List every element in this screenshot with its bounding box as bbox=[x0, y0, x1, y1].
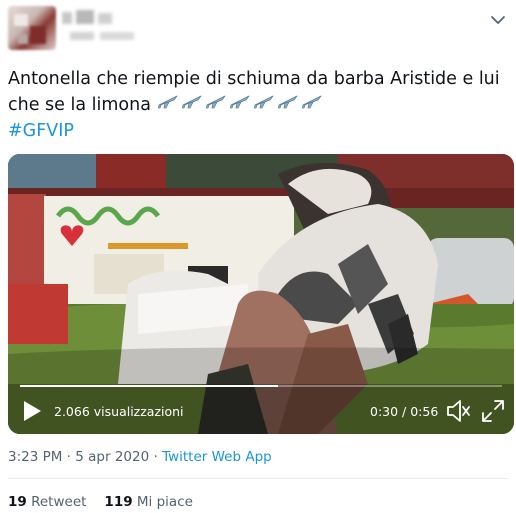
tweet-body: Antonella che riempie di schiuma da barb… bbox=[8, 66, 508, 118]
fullscreen-icon[interactable] bbox=[480, 398, 506, 424]
view-count: 2.066 visualizzazioni bbox=[54, 404, 184, 419]
retweets-stat[interactable]: 19 Retweet bbox=[8, 494, 86, 510]
play-icon[interactable] bbox=[22, 400, 42, 422]
likes-stat[interactable]: 119 Mi piace bbox=[104, 494, 193, 510]
volume-muted-icon[interactable] bbox=[445, 398, 471, 424]
airplane-icon bbox=[229, 95, 249, 109]
tweet-meta: 3:23 PM · 5 apr 2020 · Twitter Web App bbox=[8, 449, 272, 465]
airplane-icon bbox=[277, 95, 297, 109]
tweet-stats: 19 Retweet 119 Mi piace bbox=[8, 494, 193, 510]
airplane-icon bbox=[157, 95, 177, 109]
airplane-icon bbox=[205, 95, 225, 109]
video-frame bbox=[8, 154, 514, 434]
avatar[interactable] bbox=[8, 6, 56, 50]
retweets-label: Retweet bbox=[31, 494, 87, 510]
tweet-header bbox=[0, 0, 516, 56]
airplane-emoji-row bbox=[157, 95, 325, 115]
airplane-icon bbox=[253, 95, 273, 109]
divider bbox=[8, 478, 508, 479]
hashtag-link[interactable]: #GFVIP bbox=[8, 118, 74, 144]
likes-count: 119 bbox=[104, 494, 133, 510]
airplane-icon bbox=[181, 95, 201, 109]
progress-fill bbox=[20, 385, 279, 387]
video-player[interactable]: 2.066 visualizzazioni 0:30 / 0:56 bbox=[8, 154, 514, 434]
retweets-count: 19 bbox=[8, 494, 27, 510]
video-controls: 2.066 visualizzazioni 0:30 / 0:56 bbox=[8, 394, 514, 430]
airplane-icon bbox=[301, 95, 321, 109]
chevron-down-icon[interactable] bbox=[490, 14, 506, 26]
author-name-blurred[interactable] bbox=[62, 10, 154, 42]
video-time: 0:30 / 0:56 bbox=[370, 404, 439, 419]
progress-bar[interactable] bbox=[20, 385, 502, 387]
likes-label: Mi piace bbox=[136, 494, 193, 510]
timestamp[interactable]: 3:23 PM · 5 apr 2020 · bbox=[8, 449, 162, 465]
source-link[interactable]: Twitter Web App bbox=[162, 449, 272, 465]
